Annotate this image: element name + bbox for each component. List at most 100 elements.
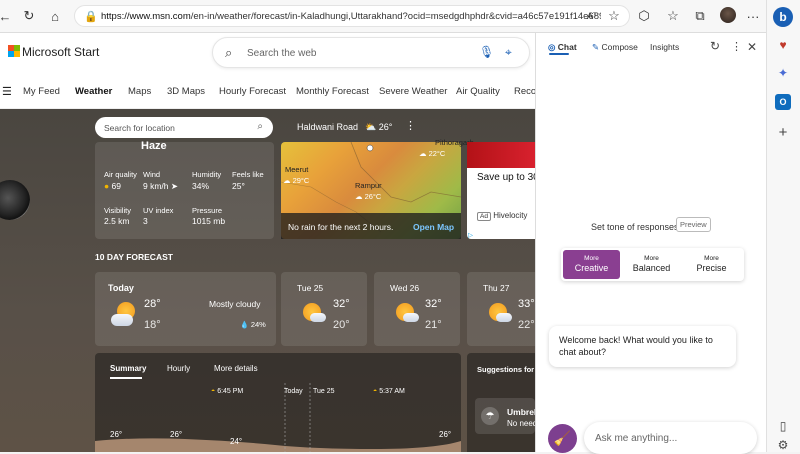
settings-icon[interactable]: ⚙: [775, 437, 791, 453]
preview-badge: Preview: [676, 217, 711, 232]
microphone-icon[interactable]: 🎙: [479, 45, 494, 59]
open-map-link[interactable]: Open Map: [413, 222, 454, 232]
search-placeholder: Search the web: [247, 48, 317, 59]
outlook-icon[interactable]: O: [775, 94, 791, 110]
forecast-low: 22°: [518, 319, 535, 331]
nav-maps[interactable]: Maps: [128, 86, 151, 97]
microsoft-logo-icon[interactable]: [8, 45, 20, 57]
nav-weather[interactable]: Weather: [75, 86, 112, 97]
tone-large-label: Precise: [696, 263, 727, 273]
feels-like-value: 25°: [232, 181, 245, 191]
more-menu-icon[interactable]: ···: [745, 8, 761, 24]
nav-hourly-forecast[interactable]: Hourly Forecast: [219, 86, 286, 97]
sidebar-toggle-icon[interactable]: ▯: [775, 418, 791, 434]
graph-temp: 26°: [110, 430, 123, 439]
tab-chat-underline: [549, 53, 569, 55]
current-location[interactable]: Haldwani Road: [297, 122, 358, 132]
tone-creative-button[interactable]: More Creative: [563, 250, 620, 279]
tone-small-label: More: [704, 255, 719, 262]
cloud-icon: [111, 314, 133, 326]
suggestions-title: Suggestions for y: [477, 365, 541, 374]
favorites-icon[interactable]: ☆: [665, 8, 681, 24]
tone-selector: More Creative More Balanced More Precise: [561, 248, 744, 281]
metric-label: Feels like: [232, 170, 264, 179]
chat-input-placeholder: Ask me anything...: [595, 433, 678, 444]
location-more-icon[interactable]: ⋮: [405, 119, 416, 132]
tab-compose[interactable]: ✎ Compose: [592, 42, 638, 53]
web-search-box[interactable]: ⌕ Search the web 🎙 ⌖: [212, 37, 530, 68]
map-temp-pithoragarh: ☁ 22°C: [419, 149, 446, 158]
temperature-curve: [95, 383, 461, 452]
tab-insights[interactable]: Insights: [650, 42, 679, 52]
refresh-chat-icon[interactable]: ↻: [710, 39, 720, 53]
home-icon[interactable]: ⌂: [47, 8, 63, 24]
umbrella-icon: ☂: [481, 407, 499, 425]
tone-balanced-button[interactable]: More Balanced: [623, 250, 680, 279]
tab-underline: [110, 377, 142, 379]
tone-large-label: Creative: [574, 263, 609, 273]
hamburger-menu-icon[interactable]: ☰: [2, 85, 12, 98]
nav-3d-maps[interactable]: 3D Maps: [167, 86, 205, 97]
forecast-high: 32°: [425, 298, 442, 310]
map-temp-meerut: ☁ 29°C: [283, 176, 310, 185]
tone-small-label: More: [584, 255, 599, 262]
ad-headline[interactable]: Save up to 30: [477, 172, 539, 183]
cloud-icon: [310, 313, 326, 322]
map-label-meerut: Meerut: [285, 165, 309, 174]
forecast-description: Mostly cloudy: [209, 299, 261, 309]
forecast-day-tue[interactable]: [281, 272, 367, 346]
tab-hourly[interactable]: Hourly: [167, 364, 190, 373]
add-icon[interactable]: +: [775, 124, 791, 141]
welcome-message: Welcome back! What would you like to cha…: [549, 326, 736, 367]
collections-icon[interactable]: ⧉: [692, 8, 708, 24]
forecast-low: 20°: [333, 319, 350, 331]
tone-precise-button[interactable]: More Precise: [683, 250, 740, 279]
nav-air-quality[interactable]: Air Quality: [456, 86, 500, 97]
shopping-icon[interactable]: ♥: [775, 37, 791, 53]
metric-label: Wind: [143, 170, 161, 179]
visual-search-icon[interactable]: ⌖: [505, 45, 512, 60]
metric-label: Humidity: [192, 170, 222, 179]
tone-label: Set tone of responses: [591, 222, 679, 232]
forecast-day-label: Tue 25: [297, 283, 324, 293]
tab-summary[interactable]: Summary: [110, 364, 146, 373]
condition-text: Haze: [141, 140, 167, 152]
new-topic-broom-icon[interactable]: 🧹: [548, 424, 577, 453]
chat-input[interactable]: Ask me anything...: [584, 422, 757, 454]
extensions-icon[interactable]: ⬡: [636, 8, 652, 24]
map-label-rampur: Rampur: [355, 181, 382, 190]
tab-chat[interactable]: ◎ Chat: [548, 42, 577, 53]
copilot-icon[interactable]: ✦: [775, 65, 791, 81]
forecast-title: 10 DAY FORECAST: [95, 252, 173, 262]
ad-choices-link[interactable]: ▷|AdChoices: [468, 231, 506, 239]
address-bar[interactable]: 🔒 https://www.msn.com/en-in/weather/fore…: [74, 5, 630, 27]
refresh-icon[interactable]: ↻: [21, 8, 37, 24]
forecast-high: 33°: [518, 298, 535, 310]
location-search-input[interactable]: Search for location ⌕: [95, 117, 273, 138]
suggestion-title: Umbrel: [507, 407, 537, 417]
sidebar-more-icon[interactable]: ⋮: [731, 40, 742, 53]
brand-name[interactable]: Microsoft Start: [22, 45, 99, 59]
graph-temp: 26°: [439, 430, 452, 439]
nav-severe-weather[interactable]: Severe Weather: [379, 86, 447, 97]
humidity-value: 34%: [192, 181, 210, 191]
nav-my-feed[interactable]: My Feed: [23, 86, 60, 97]
url-text: https://www.msn.com/en-in/weather/foreca…: [101, 11, 601, 22]
metric-label: Visibility: [104, 206, 131, 215]
back-icon[interactable]: ←: [0, 8, 13, 24]
read-aloud-icon[interactable]: Aᵀ: [584, 8, 600, 24]
forecast-detail-panel: [95, 353, 461, 452]
air-quality-value[interactable]: ● 69: [104, 181, 121, 191]
forecast-low: 18°: [144, 319, 161, 331]
bing-chat-icon[interactable]: b: [773, 7, 793, 27]
lock-icon: 🔒: [84, 11, 98, 23]
metric-label: UV index: [143, 206, 174, 215]
nav-monthly-forecast[interactable]: Monthly Forecast: [296, 86, 369, 97]
profile-avatar[interactable]: [720, 7, 736, 23]
favorite-add-icon[interactable]: ☆: [606, 8, 622, 24]
graph-temp: 26°: [170, 430, 183, 439]
close-icon[interactable]: ✕: [747, 40, 757, 54]
precipitation-chance: 💧 24%: [240, 320, 266, 329]
current-location-temp: ⛅ 26°: [365, 122, 393, 132]
tab-more-details[interactable]: More details: [214, 364, 258, 373]
